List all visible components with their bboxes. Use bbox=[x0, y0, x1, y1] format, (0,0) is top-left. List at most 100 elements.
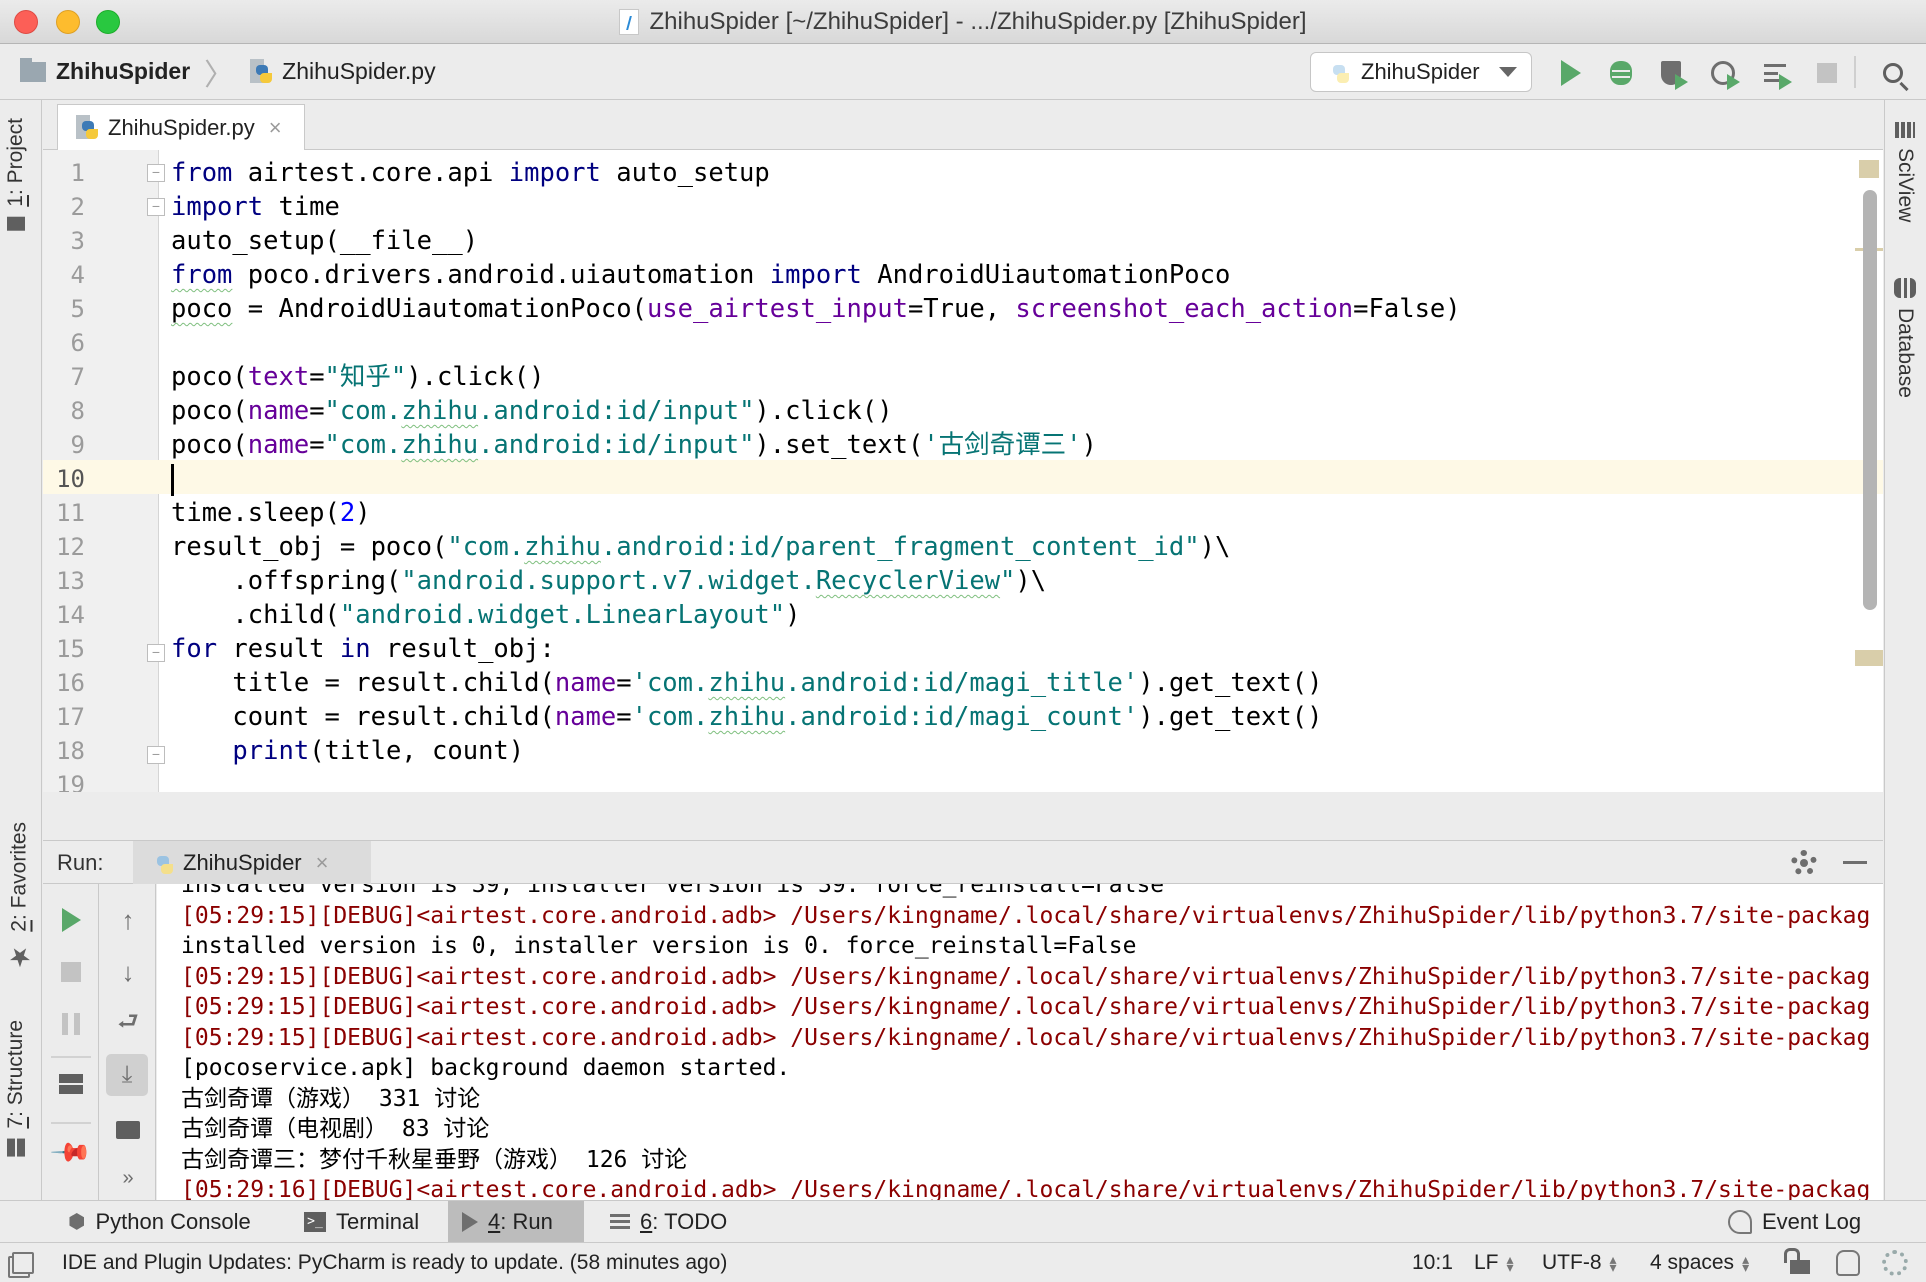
editor-tab-zhihuspider[interactable]: ZhihuSpider.py × bbox=[57, 104, 305, 150]
run-tab-zhihuspider[interactable]: ZhihuSpider × bbox=[133, 841, 371, 884]
tool-tab-terminal[interactable]: >_ Terminal bbox=[290, 1201, 433, 1242]
python-icon bbox=[149, 850, 173, 876]
line-number: 18 bbox=[56, 737, 85, 765]
tool-tab-project[interactable]: 1: Project bbox=[4, 118, 28, 231]
run-configuration-select[interactable]: ZhihuSpider bbox=[1310, 52, 1532, 92]
run-button[interactable] bbox=[1556, 58, 1586, 88]
tool-tab-python-console[interactable]: ⬢ Python Console bbox=[54, 1201, 265, 1242]
pause-icon bbox=[62, 1013, 80, 1035]
code-line-13: .offspring("android.support.v7.widget.Re… bbox=[171, 566, 1047, 596]
tool-tab-event-log[interactable]: Event Log bbox=[1714, 1201, 1875, 1242]
structure-icon bbox=[7, 1138, 25, 1157]
line-separator-selector[interactable]: LF ▴ ▾ bbox=[1474, 1243, 1514, 1282]
line-number: 16 bbox=[56, 669, 85, 697]
star-icon: ★ bbox=[4, 941, 34, 972]
rerun-button[interactable] bbox=[57, 906, 85, 934]
tool-tab-sciview[interactable]: SciView bbox=[1893, 122, 1917, 222]
more-icon: » bbox=[122, 1166, 134, 1189]
fold-icon[interactable]: − bbox=[147, 746, 165, 764]
pause-button[interactable] bbox=[57, 1010, 85, 1038]
printer-icon bbox=[116, 1121, 140, 1139]
console-line: [05:29:15][DEBUG]<airtest.core.android.a… bbox=[181, 963, 1871, 990]
toggle-tool-windows-button[interactable] bbox=[12, 1243, 34, 1282]
line-number: 19 bbox=[56, 771, 85, 792]
close-tab-icon[interactable]: × bbox=[316, 850, 329, 876]
pin-icon: 📌 bbox=[49, 1129, 94, 1174]
caret-position[interactable]: 10:1 bbox=[1412, 1243, 1453, 1282]
run-console-output[interactable]: installed version is 39, installer versi… bbox=[157, 884, 1883, 1200]
debug-button[interactable] bbox=[1606, 58, 1636, 88]
stop-button[interactable] bbox=[57, 958, 85, 986]
stop-button[interactable] bbox=[1812, 58, 1842, 88]
run-icon bbox=[1561, 60, 1581, 86]
breadcrumb-project[interactable]: ZhihuSpider bbox=[56, 58, 190, 85]
code-editor[interactable]: 1 2 3 4 5 6 7 8 9 10 11 12 13 14 15 16 17 18 19 − − − − fr… bbox=[43, 150, 1883, 792]
tool-tab-favorites[interactable]: ★ 2: Favorites bbox=[4, 822, 35, 972]
fold-icon[interactable]: − bbox=[147, 644, 165, 662]
scroll-up-button[interactable]: ↑ bbox=[114, 904, 142, 935]
line-number: 6 bbox=[70, 329, 85, 357]
fold-icon[interactable]: − bbox=[147, 198, 165, 216]
console-line: 古剑奇谭（电视剧） 83 讨论 bbox=[181, 1116, 490, 1142]
editor-scrollbar[interactable] bbox=[1863, 190, 1877, 610]
console-line: installed version is 39, installer versi… bbox=[181, 884, 1165, 898]
tool-windows-icon bbox=[12, 1252, 34, 1274]
scroll-down-button[interactable]: ↓ bbox=[114, 956, 142, 987]
bottom-tool-bar: ⬢ Python Console >_ Terminal 4: Run 6: T… bbox=[0, 1200, 1926, 1242]
run-icon bbox=[462, 1211, 478, 1232]
pin-tab-button[interactable]: 📌 bbox=[49, 1130, 93, 1174]
breadcrumb-file[interactable]: ZhihuSpider.py bbox=[282, 58, 435, 85]
fold-icon[interactable]: − bbox=[147, 164, 165, 182]
gear-icon[interactable] bbox=[1791, 850, 1817, 876]
arrow-down-icon: ↓ bbox=[121, 956, 135, 987]
inspector-icon bbox=[1836, 1250, 1860, 1276]
print-button[interactable] bbox=[114, 1116, 142, 1144]
tool-tab-run[interactable]: 4: Run bbox=[448, 1201, 584, 1242]
encoding-selector[interactable]: UTF-8 ▴ ▾ bbox=[1542, 1243, 1617, 1282]
line-number: 8 bbox=[70, 397, 85, 425]
stop-icon bbox=[61, 962, 81, 982]
text-cursor bbox=[171, 464, 174, 496]
search-everywhere-button[interactable] bbox=[1878, 58, 1908, 88]
tool-tab-database[interactable]: Database bbox=[1893, 278, 1917, 398]
read-only-toggle[interactable] bbox=[1784, 1243, 1810, 1282]
background-tasks-button[interactable] bbox=[1882, 1243, 1908, 1282]
code-line-12: result_obj = poco("com.zhihu.android:id/… bbox=[171, 532, 1231, 562]
line-number: 11 bbox=[56, 499, 85, 527]
line-number: 2 bbox=[70, 193, 85, 221]
concurrency-diagram-button[interactable] bbox=[1760, 58, 1792, 90]
line-number: 9 bbox=[70, 431, 85, 459]
close-tab-icon[interactable]: × bbox=[269, 115, 282, 141]
more-actions-button[interactable]: » bbox=[114, 1164, 142, 1192]
profile-button[interactable] bbox=[1708, 58, 1740, 90]
breadcrumb-separator: 〉 bbox=[204, 58, 235, 92]
python-file-icon bbox=[74, 114, 98, 141]
console-line: [pocoservice.apk] background daemon star… bbox=[181, 1055, 791, 1081]
console-line: [05:29:15][DEBUG]<airtest.core.android.a… bbox=[181, 902, 1871, 929]
line-number: 17 bbox=[56, 703, 85, 731]
inspector-button[interactable] bbox=[1836, 1243, 1860, 1282]
updown-icon: ▴ ▾ bbox=[1609, 1251, 1617, 1275]
indent-selector[interactable]: 4 spaces ▴ ▾ bbox=[1650, 1243, 1749, 1282]
arrow-up-icon: ↑ bbox=[121, 904, 135, 935]
warning-marker[interactable] bbox=[1859, 160, 1879, 178]
python-file-icon bbox=[248, 58, 273, 85]
status-message[interactable]: IDE and Plugin Updates: PyCharm is ready… bbox=[62, 1243, 727, 1282]
folder-icon bbox=[7, 216, 25, 231]
restore-layout-button[interactable] bbox=[57, 1070, 85, 1098]
line-number: 10 bbox=[56, 465, 85, 493]
scroll-to-end-button[interactable]: ⤓ bbox=[106, 1054, 148, 1096]
console-line: 古剑奇谭（游戏） 331 讨论 bbox=[181, 1085, 481, 1112]
run-with-coverage-button[interactable] bbox=[1656, 58, 1688, 90]
soft-wrap-button[interactable]: ⮐ bbox=[114, 1008, 142, 1038]
tool-tab-structure[interactable]: 7: Structure bbox=[4, 1020, 28, 1157]
hide-panel-icon[interactable] bbox=[1843, 861, 1867, 864]
tool-tab-todo[interactable]: 6: TODO bbox=[596, 1201, 741, 1242]
line-number: 12 bbox=[56, 533, 85, 561]
code-line-9: poco(name="com.zhihu.android:id/input").… bbox=[171, 430, 1097, 460]
settings-help-icon bbox=[1882, 1250, 1908, 1276]
error-stripe-marker[interactable] bbox=[1855, 650, 1883, 666]
line-number: 3 bbox=[70, 227, 85, 255]
code-line-11: time.sleep(2) bbox=[171, 498, 371, 528]
event-log-icon bbox=[1728, 1209, 1752, 1234]
